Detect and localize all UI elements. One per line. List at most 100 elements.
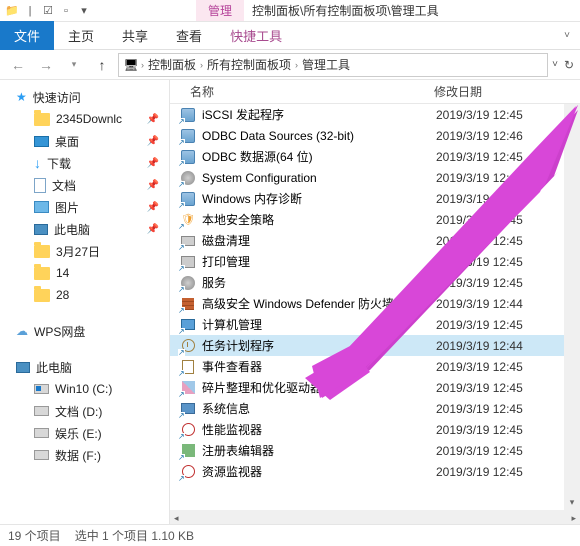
scroll-up-icon[interactable]: ▴	[564, 104, 580, 120]
drive-icon	[34, 428, 49, 438]
nav-item[interactable]: 文档📌	[0, 174, 169, 196]
drive-label: 文档 (D:)	[55, 403, 102, 420]
file-icon	[180, 359, 196, 375]
breadcrumb-item[interactable]: 所有控制面板项	[205, 56, 293, 73]
file-date: 2019/3/19 12:45	[436, 213, 523, 227]
file-row[interactable]: ODBC Data Sources (32-bit)2019/3/19 12:4…	[170, 125, 564, 146]
file-name: ODBC Data Sources (32-bit)	[202, 129, 436, 143]
nav-drive[interactable]: 文档 (D:)	[0, 400, 169, 422]
file-row[interactable]: 服务2019/3/19 12:45	[170, 272, 564, 293]
breadcrumb[interactable]: 🖥 › 控制面板 › 所有控制面板项 › 管理工具	[118, 53, 548, 77]
file-icon	[180, 338, 196, 354]
scroll-track[interactable]	[564, 120, 580, 494]
file-name: ODBC 数据源(64 位)	[202, 148, 436, 165]
scrollbar[interactable]: ▴ ▾	[564, 104, 580, 510]
nav-item[interactable]: 28	[0, 284, 169, 306]
file-row[interactable]: 打印管理2019/3/19 12:45	[170, 251, 564, 272]
scroll-right-icon[interactable]: ▸	[567, 513, 580, 524]
refresh-icon[interactable]: ↻	[564, 58, 574, 72]
file-date: 2019/3/19 12:46	[436, 129, 523, 143]
home-tab[interactable]: 主页	[54, 21, 108, 50]
file-icon	[180, 107, 196, 123]
file-name: Windows 内存诊断	[202, 190, 436, 207]
file-row[interactable]: 任务计划程序2019/3/19 12:44	[170, 335, 564, 356]
file-date: 2019/3/19 12:45	[436, 465, 523, 479]
chevron-right-icon[interactable]: ›	[141, 60, 144, 70]
recent-locations-icon[interactable]: ▾	[62, 53, 86, 77]
file-icon	[180, 296, 196, 312]
nav-drive[interactable]: Win10 (C:)	[0, 378, 169, 400]
pin-icon: 📌	[147, 180, 159, 191]
file-icon: 🛡	[180, 212, 196, 228]
document-icon	[34, 178, 46, 193]
file-name: System Configuration	[202, 171, 436, 185]
shortcut-tools-tab[interactable]: 快捷工具	[216, 21, 296, 50]
breadcrumb-dropdown-icon[interactable]: ˅	[552, 59, 558, 70]
file-date: 2019/3/19 12:45	[436, 171, 523, 185]
explorer-body: ★ 快速访问 2345Downlc📌桌面📌↓下载📌文档📌图片📌此电脑📌3月27日…	[0, 80, 580, 526]
wps-cloud[interactable]: ☁ WPS网盘	[0, 320, 169, 342]
chevron-right-icon[interactable]: ›	[200, 60, 203, 70]
nav-item[interactable]: 图片📌	[0, 196, 169, 218]
file-name: 任务计划程序	[202, 337, 436, 354]
share-tab[interactable]: 共享	[108, 21, 162, 50]
new-folder-icon[interactable]: ▫	[58, 3, 74, 19]
file-row[interactable]: ODBC 数据源(64 位)2019/3/19 12:45	[170, 146, 564, 167]
file-icon	[180, 233, 196, 249]
cloud-icon: ☁	[16, 324, 28, 338]
file-row[interactable]: iSCSI 发起程序2019/3/19 12:45	[170, 104, 564, 125]
forward-button[interactable]: →	[34, 53, 58, 77]
properties-icon[interactable]: ☑	[40, 3, 56, 19]
scroll-down-icon[interactable]: ▾	[564, 494, 580, 510]
nav-item[interactable]: 14	[0, 262, 169, 284]
file-row[interactable]: 碎片整理和优化驱动器2019/3/19 12:45	[170, 377, 564, 398]
nav-item[interactable]: 桌面📌	[0, 130, 169, 152]
view-tab[interactable]: 查看	[162, 21, 216, 50]
nav-drive[interactable]: 娱乐 (E:)	[0, 422, 169, 444]
folder-icon	[34, 113, 50, 126]
scroll-left-icon[interactable]: ◂	[170, 513, 183, 524]
nav-item[interactable]: 此电脑📌	[0, 218, 169, 240]
up-button[interactable]: ↑	[90, 53, 114, 77]
expand-ribbon-icon[interactable]: ˅	[554, 26, 580, 45]
file-date: 2019/3/19 12:45	[436, 444, 523, 458]
file-row[interactable]: 系统信息2019/3/19 12:45	[170, 398, 564, 419]
column-name[interactable]: 名称	[170, 83, 430, 100]
file-name: 计算机管理	[202, 316, 436, 333]
file-row[interactable]: 资源监视器2019/3/19 12:45	[170, 461, 564, 482]
file-date: 2019/3/19 12:45	[436, 360, 523, 374]
file-icon	[180, 128, 196, 144]
folder-icon[interactable]: 📁	[4, 3, 20, 19]
breadcrumb-root-icon[interactable]: 🖥	[123, 58, 139, 72]
file-row[interactable]: 性能监视器2019/3/19 12:45	[170, 419, 564, 440]
nav-item[interactable]: 3月27日	[0, 240, 169, 262]
file-date: 2019/3/19 12:45	[436, 108, 523, 122]
file-row[interactable]: 事件查看器2019/3/19 12:45	[170, 356, 564, 377]
back-button[interactable]: ←	[6, 53, 30, 77]
file-row[interactable]: 计算机管理2019/3/19 12:45	[170, 314, 564, 335]
file-row[interactable]: 🛡本地安全策略2019/3/19 12:45	[170, 209, 564, 230]
file-row[interactable]: 注册表编辑器2019/3/19 12:45	[170, 440, 564, 461]
file-row[interactable]: 磁盘清理2019/3/19 12:45	[170, 230, 564, 251]
file-date: 2019/3/19 12:45	[436, 381, 523, 395]
nav-drive[interactable]: 数据 (F:)	[0, 444, 169, 466]
file-row[interactable]: System Configuration2019/3/19 12:45	[170, 167, 564, 188]
column-date[interactable]: 修改日期	[430, 83, 580, 100]
file-rows: iSCSI 发起程序2019/3/19 12:45ODBC Data Sourc…	[170, 104, 564, 510]
file-tab[interactable]: 文件	[0, 21, 54, 50]
nav-item[interactable]: 2345Downlc📌	[0, 108, 169, 130]
breadcrumb-item[interactable]: 管理工具	[300, 56, 352, 73]
quick-access-root[interactable]: ★ 快速访问	[0, 86, 169, 108]
file-row[interactable]: Windows 内存诊断2019/3/19 12:45	[170, 188, 564, 209]
chevron-right-icon[interactable]: ›	[295, 60, 298, 70]
item-count: 19 个项目	[8, 527, 61, 544]
drive-icon	[34, 406, 49, 416]
qat-dropdown-icon[interactable]: ▾	[76, 3, 92, 19]
drive-label: 娱乐 (E:)	[55, 425, 102, 442]
pin-icon: 📌	[147, 114, 159, 125]
this-pc-root[interactable]: 此电脑	[0, 356, 169, 378]
nav-item-label: 图片	[55, 199, 79, 216]
file-row[interactable]: 高级安全 Windows Defender 防火墙2019/3/19 12:44	[170, 293, 564, 314]
nav-item[interactable]: ↓下载📌	[0, 152, 169, 174]
breadcrumb-item[interactable]: 控制面板	[146, 56, 198, 73]
